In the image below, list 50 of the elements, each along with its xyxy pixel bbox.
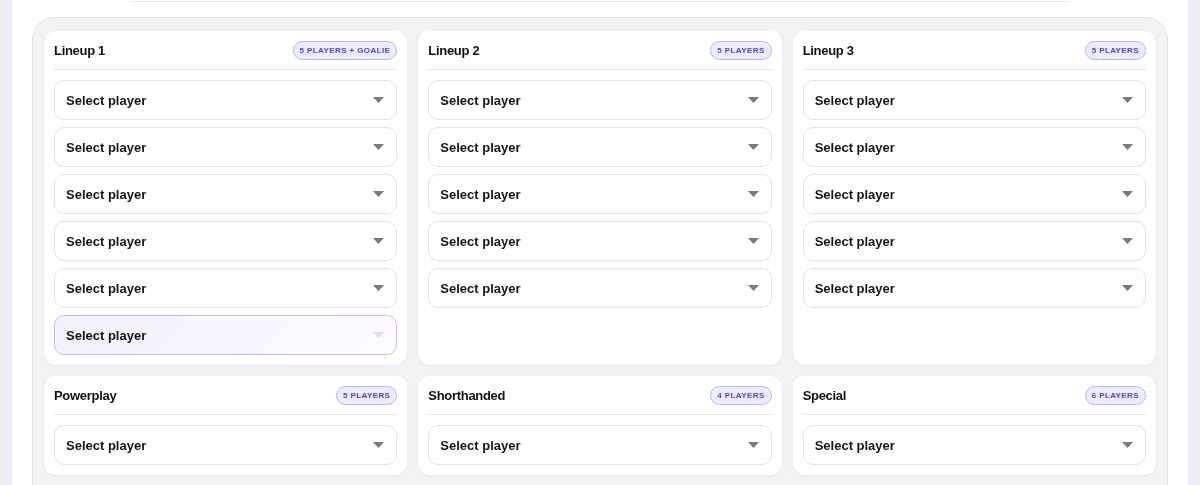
caret-icon	[373, 97, 385, 103]
player-select[interactable]: Select player	[54, 80, 398, 120]
player-select[interactable]: Select player	[802, 268, 1146, 308]
player-select[interactable]: Select player	[428, 268, 772, 308]
lineup-title: Lineup 1	[54, 42, 106, 58]
player-select[interactable]: Select player	[802, 127, 1146, 167]
caret-icon	[747, 238, 759, 244]
player-select[interactable]: Select player	[54, 315, 398, 355]
player-count-badge: 5 PLAYERS + GOALIE	[292, 40, 398, 60]
player-select[interactable]: Select player	[428, 425, 772, 465]
caret-icon	[373, 285, 385, 291]
caret-icon	[1122, 97, 1133, 103]
caret-icon	[373, 238, 385, 244]
lineup-title: Special	[802, 387, 847, 403]
player-select[interactable]: Select player	[802, 425, 1146, 465]
caret-icon	[373, 332, 385, 338]
player-select[interactable]: Select player	[54, 268, 398, 308]
player-select[interactable]: Select player	[428, 221, 772, 261]
player-select[interactable]: Select player	[802, 221, 1146, 261]
player-count-badge: 5 PLAYERS	[1084, 40, 1146, 60]
lineup-title: Powerplay	[54, 387, 117, 403]
lineup-title: Lineup 3	[802, 42, 854, 58]
caret-icon	[747, 97, 759, 103]
caret-icon	[373, 144, 385, 150]
player-select[interactable]: Select player	[428, 127, 772, 167]
caret-icon	[747, 285, 759, 291]
player-select[interactable]: Select player	[54, 221, 398, 261]
player-select[interactable]: Select player	[54, 174, 398, 214]
lineup-title: Shorthanded	[428, 387, 506, 403]
player-count-badge: 5 PLAYERS	[336, 385, 398, 405]
caret-icon	[747, 144, 759, 150]
player-select[interactable]: Select player	[54, 127, 398, 167]
lineup-title: Lineup 2	[428, 42, 480, 58]
caret-icon	[373, 442, 385, 448]
caret-icon	[1122, 144, 1133, 150]
caret-icon	[1122, 285, 1133, 291]
player-count-badge: 4 PLAYERS	[710, 385, 772, 405]
player-select[interactable]: Select player	[802, 80, 1146, 120]
player-count-badge: 6 PLAYERS	[1084, 385, 1146, 405]
player-select[interactable]: Select player	[428, 174, 772, 214]
player-select[interactable]: Select player	[802, 174, 1146, 214]
caret-icon	[1122, 238, 1133, 244]
caret-icon	[747, 191, 759, 197]
caret-icon	[1122, 191, 1133, 197]
caret-icon	[373, 191, 385, 197]
caret-icon	[1122, 442, 1133, 448]
caret-icon	[747, 442, 759, 448]
player-select[interactable]: Select player	[54, 425, 398, 465]
player-select[interactable]: Select player	[428, 80, 772, 120]
player-count-badge: 5 PLAYERS	[710, 40, 772, 60]
